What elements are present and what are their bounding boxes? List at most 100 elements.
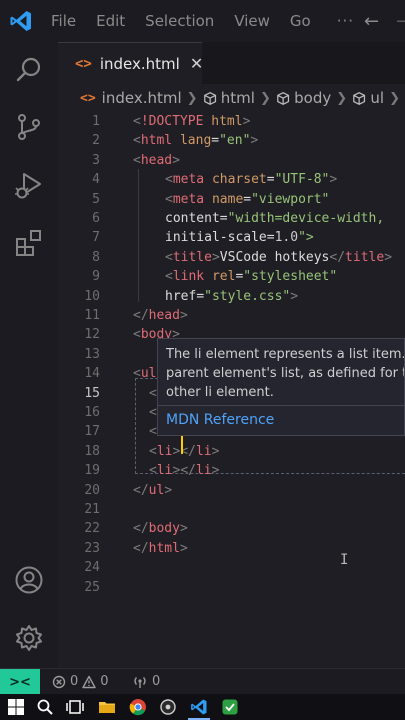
app-icon[interactable] xyxy=(159,698,177,716)
warning-icon xyxy=(82,675,96,688)
menu-view[interactable]: View xyxy=(234,12,270,30)
ports-count: 0 xyxy=(152,674,161,689)
line-number: 5 xyxy=(92,191,100,207)
code-line[interactable]: < xyxy=(149,422,157,441)
line-number: 23 xyxy=(84,540,100,556)
line-number: 8 xyxy=(92,249,100,265)
breadcrumb-html[interactable]: html xyxy=(221,89,255,107)
error-count: 0 xyxy=(70,674,79,689)
line-number: 11 xyxy=(84,308,100,323)
code-line[interactable]: <li></li> xyxy=(149,461,219,480)
breadcrumb: <> index.html ❯ html ❯ body ❯ ul ❯ xyxy=(58,84,405,112)
code-line[interactable]: <title>VSCode hotkeys</title> xyxy=(165,248,392,267)
html-file-icon: <> xyxy=(75,55,92,72)
gear-icon[interactable] xyxy=(13,622,45,654)
line-number-gutter: 1 2 3 4 5 6 7 8 9 10 11 12 13 14 15 16 17 18 19 20 21 22 23 24 2… xyxy=(58,112,106,668)
task-view-icon[interactable] xyxy=(66,698,84,716)
line-number: 1 xyxy=(92,114,100,129)
breadcrumb-body[interactable]: body xyxy=(294,89,331,107)
line-number: 21 xyxy=(84,502,100,517)
code-line[interactable]: initial-scale=1.0"> xyxy=(165,228,314,247)
line-number: 18 xyxy=(84,443,100,459)
line-number: 25 xyxy=(84,579,100,595)
element-cube-icon xyxy=(277,91,289,105)
mdn-reference-link[interactable]: MDN Reference xyxy=(166,412,274,428)
breadcrumb-ul[interactable]: ul xyxy=(370,89,384,107)
vscode-logo-icon[interactable] xyxy=(9,9,33,33)
line-number: 13 xyxy=(84,346,100,362)
line-number: 10 xyxy=(84,288,100,304)
line-number: 7 xyxy=(92,230,100,246)
code-line[interactable]: </ul> xyxy=(133,481,172,500)
line-number: 14 xyxy=(84,366,100,382)
close-icon[interactable]: ✕ xyxy=(190,54,203,73)
chrome-icon[interactable] xyxy=(129,698,147,716)
tab-index-html[interactable]: <> index.html ✕ xyxy=(58,42,203,84)
menu-file[interactable]: File xyxy=(51,12,76,30)
editor-tab-bar: <> index.html ✕ xyxy=(58,42,405,84)
file-explorer-icon[interactable] xyxy=(98,698,116,716)
code-line[interactable]: <!DOCTYPE html> xyxy=(133,112,250,131)
code-line[interactable]: <li></li> xyxy=(149,442,219,461)
ports-indicator[interactable]: 0 xyxy=(132,674,160,689)
element-cube-icon xyxy=(203,91,216,105)
line-number: 16 xyxy=(84,405,100,420)
code-line[interactable]: </html> xyxy=(133,539,188,558)
extensions-icon[interactable] xyxy=(13,227,45,259)
chevron-right-icon: ❯ xyxy=(259,90,271,106)
account-icon[interactable] xyxy=(13,564,45,596)
hover-tooltip: The li element represents a list item. I… xyxy=(157,338,405,436)
mouse-ibeam-icon: I xyxy=(340,552,349,568)
problems-indicator[interactable]: 0 0 xyxy=(52,674,109,689)
line-number: 6 xyxy=(92,211,100,226)
chevron-right-icon: ❯ xyxy=(389,90,400,106)
source-control-icon[interactable] xyxy=(13,111,45,143)
line-number: 20 xyxy=(84,482,100,498)
line-number: 4 xyxy=(92,172,100,188)
code-line[interactable]: <ul xyxy=(133,364,156,383)
menu-selection[interactable]: Selection xyxy=(145,12,214,30)
code-line[interactable]: <html lang="en"> xyxy=(133,131,258,150)
warning-count: 0 xyxy=(100,674,109,689)
menu-edit[interactable]: Edit xyxy=(96,12,125,30)
code-line[interactable]: < xyxy=(149,403,157,422)
forward-arrow-icon[interactable]: → xyxy=(396,11,405,32)
text-cursor xyxy=(181,436,183,454)
hover-line: The li element represents a list item. I… xyxy=(166,347,405,362)
activity-bar xyxy=(0,42,58,668)
breadcrumb-file[interactable]: index.html xyxy=(102,89,182,107)
line-number: 22 xyxy=(84,521,100,537)
element-cube-icon xyxy=(353,91,366,105)
line-number: 12 xyxy=(84,327,100,343)
run-debug-icon[interactable] xyxy=(13,169,45,201)
menu-go[interactable]: Go xyxy=(290,12,311,30)
line-number: 9 xyxy=(92,269,100,285)
menu-more-button[interactable]: ··· xyxy=(337,12,354,30)
search-icon[interactable] xyxy=(36,698,54,716)
search-icon[interactable] xyxy=(13,54,45,86)
chevron-right-icon: ❯ xyxy=(336,90,348,106)
code-line[interactable]: < xyxy=(149,384,157,403)
hover-line: parent element's list, as defined for th xyxy=(166,366,405,381)
title-bar: File Edit Selection View Go ··· ← → xyxy=(0,0,405,42)
windows-start-icon[interactable] xyxy=(7,698,25,716)
chevron-right-icon: ❯ xyxy=(186,90,198,106)
status-bar: >< 0 0 0 xyxy=(0,668,405,695)
line-number: 17 xyxy=(84,424,100,440)
code-line[interactable]: </head> xyxy=(133,306,188,325)
code-line[interactable]: </body> xyxy=(133,519,188,538)
remote-indicator-button[interactable]: >< xyxy=(0,669,40,695)
code-line[interactable]: <head> xyxy=(133,151,180,170)
green-app-icon[interactable] xyxy=(221,698,239,716)
line-number: 24 xyxy=(84,560,100,576)
back-arrow-icon[interactable]: ← xyxy=(364,11,379,32)
code-line[interactable]: <meta charset="UTF-8"> xyxy=(165,170,337,189)
code-line[interactable]: <link rel="stylesheet" xyxy=(165,267,337,286)
code-line[interactable]: <meta name="viewport" xyxy=(165,190,329,209)
html-file-icon: <> xyxy=(80,90,96,106)
tab-label: index.html xyxy=(99,54,180,73)
code-line[interactable]: href="style.css"> xyxy=(165,287,298,306)
code-line[interactable]: content="width=device-width, xyxy=(165,209,384,228)
broadcast-icon xyxy=(134,676,146,688)
vscode-taskbar-icon[interactable] xyxy=(190,698,208,716)
